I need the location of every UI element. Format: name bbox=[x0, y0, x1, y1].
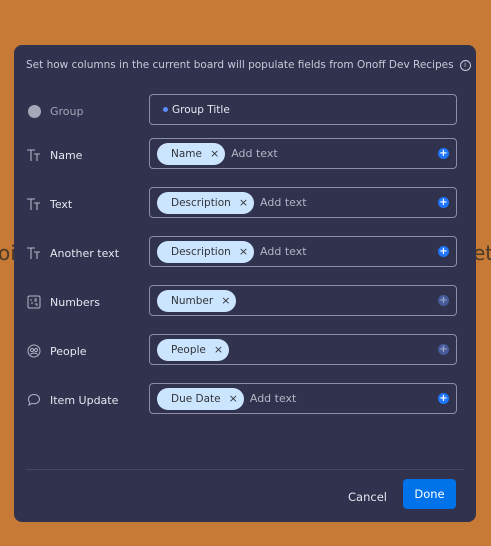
column-chip: Due Date × bbox=[157, 387, 244, 410]
chip-label: Description bbox=[171, 196, 231, 209]
chip-label: Name bbox=[171, 147, 202, 160]
info-icon[interactable]: i bbox=[459, 59, 471, 71]
group-title-value: Group Title bbox=[172, 103, 230, 116]
chip-label: People bbox=[171, 343, 206, 356]
group-select-field[interactable]: Group Title bbox=[149, 94, 457, 125]
row-label-text: Item Update bbox=[50, 393, 119, 407]
row-label-text: Text bbox=[50, 197, 73, 211]
dialog-header: Set how columns in the current board wil… bbox=[26, 59, 471, 71]
row-label-people: People bbox=[26, 334, 87, 368]
add-column-plus-icon[interactable]: + bbox=[438, 344, 449, 355]
mapping-row-item-update: Item Update Due Date × Add text + bbox=[14, 383, 476, 417]
footer-divider bbox=[26, 469, 464, 470]
mapping-row-group: Group Group Title bbox=[14, 94, 476, 128]
column-mapping-dialog: Set how columns in the current board wil… bbox=[14, 45, 476, 522]
people-mapping-field[interactable]: People × + bbox=[149, 334, 457, 365]
add-column-plus-icon[interactable]: + bbox=[438, 246, 449, 257]
add-column-plus-icon[interactable]: + bbox=[438, 295, 449, 306]
speech-bubble-icon bbox=[26, 392, 42, 408]
add-text-input[interactable]: Add text bbox=[260, 196, 307, 209]
remove-chip-icon[interactable]: × bbox=[239, 196, 248, 209]
name-mapping-field[interactable]: Name × Add text + bbox=[149, 138, 457, 169]
remove-chip-icon[interactable]: × bbox=[239, 245, 248, 258]
done-button[interactable]: Done bbox=[403, 479, 456, 509]
numbers-mapping-field[interactable]: Number × + bbox=[149, 285, 457, 316]
chip-label: Due Date bbox=[171, 392, 221, 405]
column-chip: People × bbox=[157, 338, 230, 361]
text-type-icon bbox=[26, 147, 42, 163]
mapping-row-another-text: Another text Description × Add text + bbox=[14, 236, 476, 270]
remove-chip-icon[interactable]: × bbox=[229, 392, 238, 405]
add-column-plus-icon[interactable]: + bbox=[438, 148, 449, 159]
column-chip: Description × bbox=[157, 191, 255, 214]
remove-chip-icon[interactable]: × bbox=[221, 294, 230, 307]
column-chip: Description × bbox=[157, 240, 255, 263]
another-text-mapping-field[interactable]: Description × Add text + bbox=[149, 236, 457, 267]
row-label-item-update: Item Update bbox=[26, 383, 118, 417]
row-label-text: People bbox=[50, 344, 87, 358]
column-chip: Number × bbox=[157, 289, 237, 312]
people-icon bbox=[26, 343, 42, 359]
add-column-plus-icon[interactable]: + bbox=[438, 197, 449, 208]
mapping-row-text: Text Description × Add text + bbox=[14, 187, 476, 221]
text-type-icon bbox=[26, 196, 42, 212]
remove-chip-icon[interactable]: × bbox=[210, 147, 219, 160]
mapping-row-numbers: Numbers Number × + bbox=[14, 285, 476, 319]
add-column-plus-icon[interactable]: + bbox=[438, 393, 449, 404]
group-color-dot-icon bbox=[163, 107, 168, 112]
row-label-name: Name bbox=[26, 138, 82, 172]
add-text-input[interactable]: Add text bbox=[260, 245, 307, 258]
text-mapping-field[interactable]: Description × Add text + bbox=[149, 187, 457, 218]
remove-chip-icon[interactable]: × bbox=[214, 343, 223, 356]
add-text-input[interactable]: Add text bbox=[231, 147, 278, 160]
row-label-text: Another text bbox=[50, 246, 120, 260]
column-chip: Name × bbox=[157, 142, 226, 165]
text-type-icon bbox=[26, 245, 42, 261]
add-text-input[interactable]: Add text bbox=[250, 392, 297, 405]
row-label-text: Group bbox=[50, 104, 84, 118]
mapping-row-people: People People × + bbox=[14, 334, 476, 368]
group-dot-icon bbox=[26, 103, 42, 119]
chip-label: Number bbox=[171, 294, 214, 307]
row-label-text: Name bbox=[50, 148, 83, 162]
row-label-text-row: Text bbox=[26, 187, 72, 221]
row-label-group: Group bbox=[26, 94, 84, 128]
row-label-text: Numbers bbox=[50, 295, 100, 309]
row-label-numbers: Numbers bbox=[26, 285, 100, 319]
row-label-another-text: Another text bbox=[26, 236, 119, 270]
cancel-button[interactable]: Cancel bbox=[339, 482, 396, 512]
chip-label: Description bbox=[171, 245, 231, 258]
item-update-mapping-field[interactable]: Due Date × Add text + bbox=[149, 383, 457, 414]
numbers-icon bbox=[26, 294, 42, 310]
dialog-description: Set how columns in the current board wil… bbox=[26, 59, 454, 71]
mapping-row-name: Name Name × Add text + bbox=[14, 138, 476, 172]
